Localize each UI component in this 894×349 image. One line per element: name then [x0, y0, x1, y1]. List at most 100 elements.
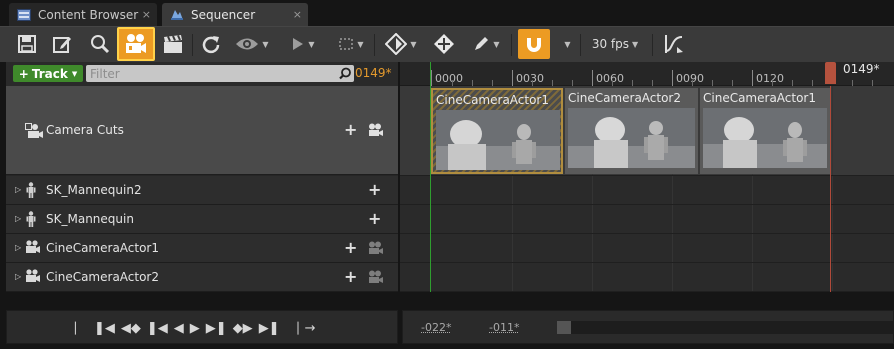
camera-cuts-icon [25, 123, 43, 142]
camera-shot-section[interactable]: CineCameraActor2 [565, 88, 698, 174]
playback-options-button[interactable]: ▼ [286, 29, 320, 59]
jump-to-start-icon[interactable]: ⎸ [75, 321, 88, 336]
camera-lock-icon[interactable] [368, 270, 384, 287]
add-shot-icon[interactable]: + [344, 122, 357, 138]
selection-icon [338, 36, 354, 52]
expand-arrow-icon[interactable]: ▷ [15, 214, 21, 223]
time-ruler[interactable]: 0000 0030 0060 0090 0120 [400, 62, 894, 86]
edit-icon [472, 35, 490, 53]
add-icon[interactable]: + [368, 182, 381, 198]
playhead-handle[interactable] [825, 62, 836, 84]
snap-options-button[interactable]: ▼ [558, 29, 574, 59]
camera-add-icon[interactable] [368, 123, 384, 140]
save-as-icon [52, 34, 72, 54]
filter-input[interactable] [86, 65, 354, 82]
cine-camera-icon [25, 269, 41, 286]
step-back-key-icon[interactable]: ◀◆ [121, 321, 141, 336]
playhead-line[interactable] [830, 86, 831, 292]
camera-lock-icon[interactable] [368, 241, 384, 258]
plus-icon: + [19, 67, 29, 81]
add-icon[interactable]: + [344, 240, 357, 256]
ruler-label: 0030 [516, 72, 544, 85]
selection-button[interactable]: ▼ [333, 29, 369, 59]
refresh-button[interactable] [199, 29, 223, 59]
timeline-scrollbar[interactable] [557, 321, 894, 334]
add-track-label: Track [32, 67, 68, 81]
scrollbar-thumb[interactable] [557, 321, 571, 334]
add-icon[interactable]: + [344, 269, 357, 285]
content-browser-icon [17, 9, 31, 21]
chevron-down-icon: ▼ [564, 40, 570, 49]
row-separator [400, 262, 894, 263]
previous-key-icon[interactable]: ❚◀ [94, 321, 115, 336]
step-forward-key-icon[interactable]: ◆▶ [233, 321, 253, 336]
find-asset-button[interactable] [87, 29, 113, 59]
track-row[interactable]: ▷ CineCameraActor1 + [6, 234, 398, 263]
track-row[interactable]: ▷ CineCameraActor2 + [6, 263, 398, 292]
chevron-down-icon: ▼ [493, 40, 499, 49]
track-row[interactable]: ▷ SK_Mannequin + [6, 205, 398, 234]
shot-thumbnail [703, 108, 827, 168]
track-label: Camera Cuts [46, 123, 124, 137]
chevron-down-icon: ▼ [262, 40, 268, 49]
tab-label: Sequencer [191, 8, 255, 22]
playback-options-icon [291, 36, 305, 52]
shot-label: CineCameraActor2 [568, 91, 681, 105]
add-icon[interactable]: + [368, 211, 381, 227]
camera-cuts-track[interactable]: Camera Cuts + [6, 86, 398, 175]
curve-editor-button[interactable] [660, 29, 688, 59]
cine-camera-icon [25, 240, 41, 257]
key-icon [385, 33, 407, 55]
range-bar: -022* -011* [402, 310, 894, 344]
key-button[interactable]: ▼ [381, 29, 421, 59]
track-label: CineCameraActor1 [46, 241, 159, 255]
add-track-button[interactable]: + Track ▼ [13, 65, 83, 82]
timeline-area[interactable]: 0000 0030 0060 0090 0120 CineCameraActor… [400, 62, 894, 292]
mannequin-icon [25, 182, 37, 201]
play-icon[interactable]: ▶ [190, 321, 200, 336]
camera-lock-icon [124, 33, 148, 55]
row-separator [400, 204, 894, 205]
save-as-button[interactable] [49, 29, 75, 59]
camera-lock-button[interactable] [117, 27, 155, 61]
track-row[interactable]: ▷ SK_Mannequin2 + [6, 176, 398, 205]
search-icon [339, 67, 352, 83]
tab-label: Content Browser [38, 8, 138, 22]
shot-label: CineCameraActor1 [703, 91, 816, 105]
chevron-down-icon: ▼ [410, 40, 416, 49]
view-options-button[interactable]: ▼ [232, 29, 272, 59]
expand-arrow-icon[interactable]: ▷ [15, 185, 21, 194]
close-icon[interactable]: × [142, 8, 151, 21]
transport-bar: ⎸ ❚◀ ◀◆ ❚◀ ◀ ▶ ▶❚ ◆▶ ▶❚ ⎹ → [6, 310, 398, 344]
playback-start-marker[interactable] [430, 62, 431, 292]
camera-shot-section[interactable]: CineCameraActor1 [431, 88, 563, 174]
ruler-tick [592, 70, 593, 86]
ruler-label: 0090 [676, 72, 704, 85]
chevron-down-icon: ▼ [72, 70, 77, 78]
expand-arrow-icon[interactable]: ▷ [15, 243, 21, 252]
step-forward-frame-icon[interactable]: ▶❚ [206, 321, 227, 336]
view-range-end[interactable]: -011* [489, 321, 519, 334]
step-back-frame-icon[interactable]: ❚◀ [147, 321, 168, 336]
play-reverse-icon[interactable]: ◀ [174, 321, 184, 336]
save-button[interactable] [14, 29, 40, 59]
render-movie-button[interactable] [160, 29, 186, 59]
tab-strip: Content Browser × Sequencer × [0, 0, 894, 26]
edit-button[interactable]: ▼ [468, 29, 504, 59]
snap-button[interactable] [518, 29, 550, 59]
transform-button[interactable] [430, 29, 458, 59]
current-frame-readout[interactable]: 0149* [355, 66, 392, 80]
filter-bar: + Track ▼ 0149* [6, 62, 398, 86]
next-key-icon[interactable]: ▶❚ [259, 321, 280, 336]
camera-shot-section[interactable]: CineCameraActor1 [700, 88, 830, 174]
tab-content-browser[interactable]: Content Browser × [9, 3, 157, 26]
jump-to-end-icon[interactable]: ⎹ [286, 321, 299, 336]
expand-arrow-icon[interactable]: ▷ [15, 272, 21, 281]
fps-dropdown[interactable]: 30 fps ▼ [588, 29, 642, 59]
tab-sequencer[interactable]: Sequencer × [162, 3, 308, 26]
chevron-down-icon: ▼ [632, 40, 638, 49]
view-range-start[interactable]: -022* [421, 321, 451, 334]
ruler-label: 0000 [435, 72, 463, 85]
loop-icon[interactable]: → [305, 321, 316, 336]
close-icon[interactable]: × [293, 8, 302, 21]
